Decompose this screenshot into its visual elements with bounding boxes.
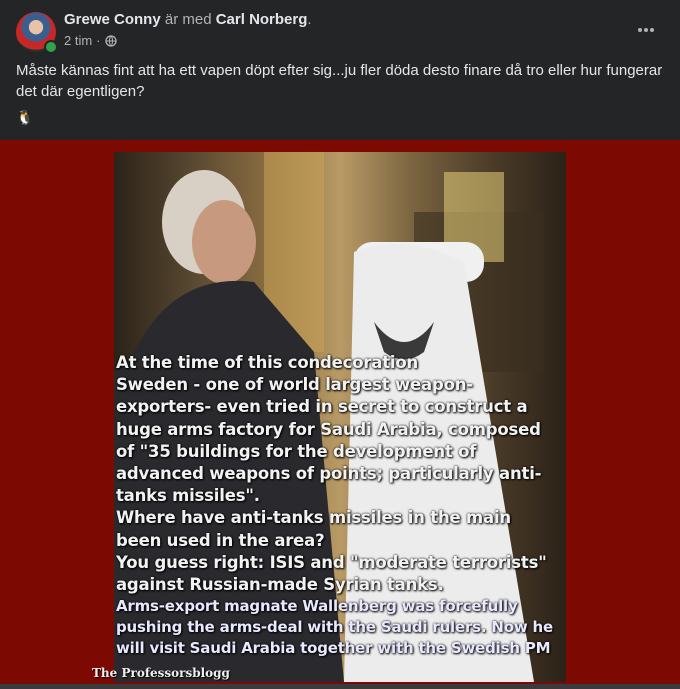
online-status-icon (44, 40, 58, 54)
with-text: är med (164, 11, 212, 28)
post-meta: 2 tim · (64, 33, 117, 48)
tagged-name[interactable]: Carl Norberg (216, 11, 308, 28)
overlay-line: advanced weapons of points; particularly… (116, 464, 542, 484)
more-horizontal-icon[interactable] (630, 18, 662, 42)
overlay-line: exporters- even tried in secret to const… (116, 397, 528, 417)
meta-separator: · (96, 33, 101, 48)
overlay-line: At the time of this condecoration (116, 353, 419, 372)
post-photo[interactable]: At the time of this condecoration Sweden… (0, 140, 680, 684)
overlay-line: tanks missiles". (116, 486, 260, 506)
overlay-line: You guess right: ISIS and "moderate terr… (116, 552, 547, 572)
overlay-line: huge arms factory for Saudi Arabia, comp… (116, 419, 541, 439)
overlay-line-blue: will visit Saudi Arabia together with th… (116, 639, 551, 658)
overlay-line: Where have anti-tanks missiles in the ma… (116, 508, 511, 528)
overlay-line: against Russian-made Syrian tanks. (116, 575, 444, 595)
image-overlay-text: At the time of this condecoration Sweden… (116, 352, 564, 659)
author-line: Grewe Conny är med Carl Norberg. (64, 11, 312, 29)
overlay-line: of "35 buildings for the development of (116, 441, 477, 461)
overlay-line: been used in the area? (116, 530, 325, 550)
penguin-emoji: 🐧 (16, 109, 34, 125)
overlay-line: Sweden - one of world largest weapon- (116, 375, 473, 395)
overlay-line-blue: pushing the arms-deal with the Saudi rul… (116, 618, 553, 637)
author-name[interactable]: Grewe Conny (64, 11, 161, 28)
post-text: Måste kännas fint att ha ett vapen döpt … (16, 62, 663, 100)
overlay-line-blue: Arms-export magnate Wallenberg was force… (116, 597, 518, 616)
photo-image: At the time of this condecoration Sweden… (114, 152, 566, 682)
image-watermark: The Professorsblogg (92, 666, 230, 680)
post-time[interactable]: 2 tim (64, 33, 92, 48)
post-bottom-bar (0, 684, 680, 689)
period: . (307, 11, 312, 28)
globe-icon (104, 34, 117, 47)
post-header: Grewe Conny är med Carl Norberg. 2 tim · (0, 0, 680, 58)
